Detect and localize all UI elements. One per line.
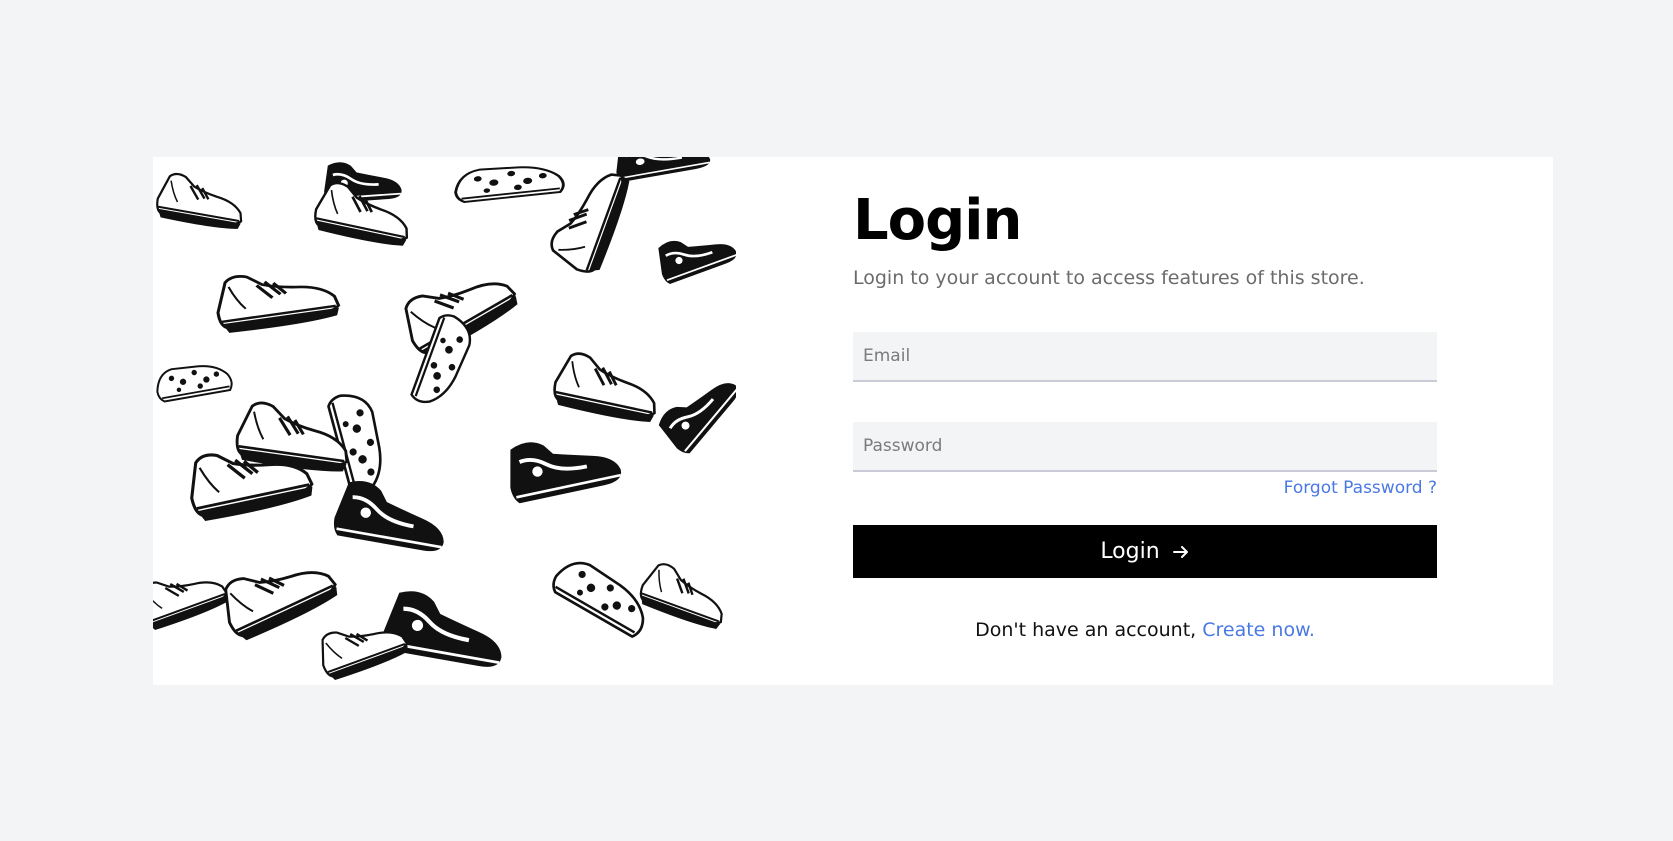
login-card: Login Login to your account to access fe… <box>153 157 1553 685</box>
email-field[interactable] <box>853 332 1437 382</box>
page-subtitle: Login to your account to access features… <box>853 267 1365 289</box>
signup-prompt: Don't have an account, Create now. <box>853 619 1437 641</box>
password-field[interactable] <box>853 422 1437 472</box>
sneakers-illustration <box>153 157 736 685</box>
arrow-right-icon <box>1172 543 1190 561</box>
login-button[interactable]: Login <box>853 525 1437 578</box>
login-button-label: Login <box>1100 539 1160 564</box>
login-form: Login Login to your account to access fe… <box>853 157 1437 685</box>
sneakers-pattern-image <box>153 157 736 684</box>
signup-text: Don't have an account, <box>975 619 1203 641</box>
create-account-link[interactable]: Create now. <box>1202 619 1315 641</box>
page-title: Login <box>853 188 1022 253</box>
forgot-password-link[interactable]: Forgot Password ? <box>1284 478 1437 498</box>
